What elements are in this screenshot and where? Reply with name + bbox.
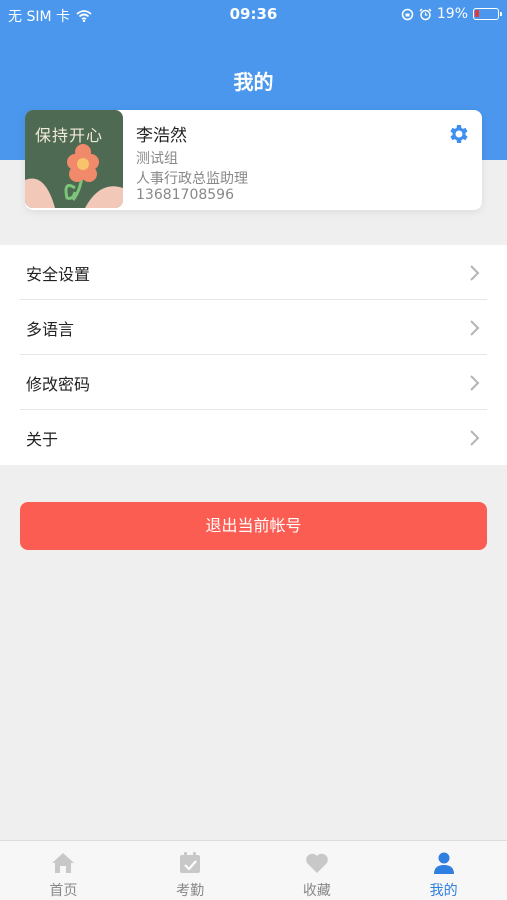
calendar-check-icon (180, 852, 201, 873)
tab-label: 收藏 (302, 883, 331, 899)
user-group: 测试组 (136, 151, 178, 167)
alarm-icon (419, 7, 432, 20)
status-right: 19% (401, 6, 502, 22)
flower-icon (25, 144, 123, 208)
settings-menu: 安全设置 多语言 修改密码 关于 (0, 245, 507, 465)
tab-mine[interactable]: 我的 (380, 841, 507, 900)
logout-button[interactable]: 退出当前帐号 (20, 502, 487, 550)
tab-label: 首页 (49, 883, 78, 899)
page-title: 我的 (233, 70, 274, 94)
profile-card[interactable]: 保持开心 李浩然 测试组 人事行政总监助理 13681708596 (25, 110, 482, 210)
tab-favorites[interactable]: 收藏 (254, 841, 381, 900)
menu-item-label: 关于 (26, 430, 59, 449)
menu-item-change-password[interactable]: 修改密码 (20, 355, 487, 410)
chevron-right-icon (470, 430, 480, 446)
heart-icon (306, 853, 328, 873)
menu-item-label: 多语言 (26, 320, 75, 339)
avatar[interactable]: 保持开心 (25, 110, 123, 208)
tab-bar: 首页 考勤 收藏 我的 (0, 840, 507, 900)
battery-level (475, 10, 479, 17)
menu-item-label: 安全设置 (26, 265, 91, 284)
status-bar: 无 SIM 卡 09:36 19% (0, 0, 507, 30)
menu-item-about[interactable]: 关于 (20, 410, 487, 465)
menu-item-label: 修改密码 (26, 375, 91, 394)
tab-home[interactable]: 首页 (0, 841, 127, 900)
tab-label: 考勤 (176, 883, 205, 899)
user-name: 李浩然 (136, 126, 187, 146)
battery-icon (473, 8, 502, 20)
chevron-right-icon (470, 375, 480, 391)
home-icon (52, 853, 75, 873)
tab-label: 我的 (429, 883, 458, 899)
tab-attendance[interactable]: 考勤 (127, 841, 254, 900)
settings-gear-icon[interactable] (446, 122, 470, 146)
user-icon (433, 852, 454, 874)
menu-item-language[interactable]: 多语言 (20, 300, 487, 355)
chevron-right-icon (470, 320, 480, 336)
menu-item-security[interactable]: 安全设置 (20, 245, 487, 300)
user-position: 人事行政总监助理 (136, 171, 248, 187)
user-phone: 13681708596 (136, 187, 234, 203)
chevron-right-icon (470, 265, 480, 281)
battery-percent: 19% (436, 6, 468, 22)
rotation-lock-icon (401, 8, 414, 20)
